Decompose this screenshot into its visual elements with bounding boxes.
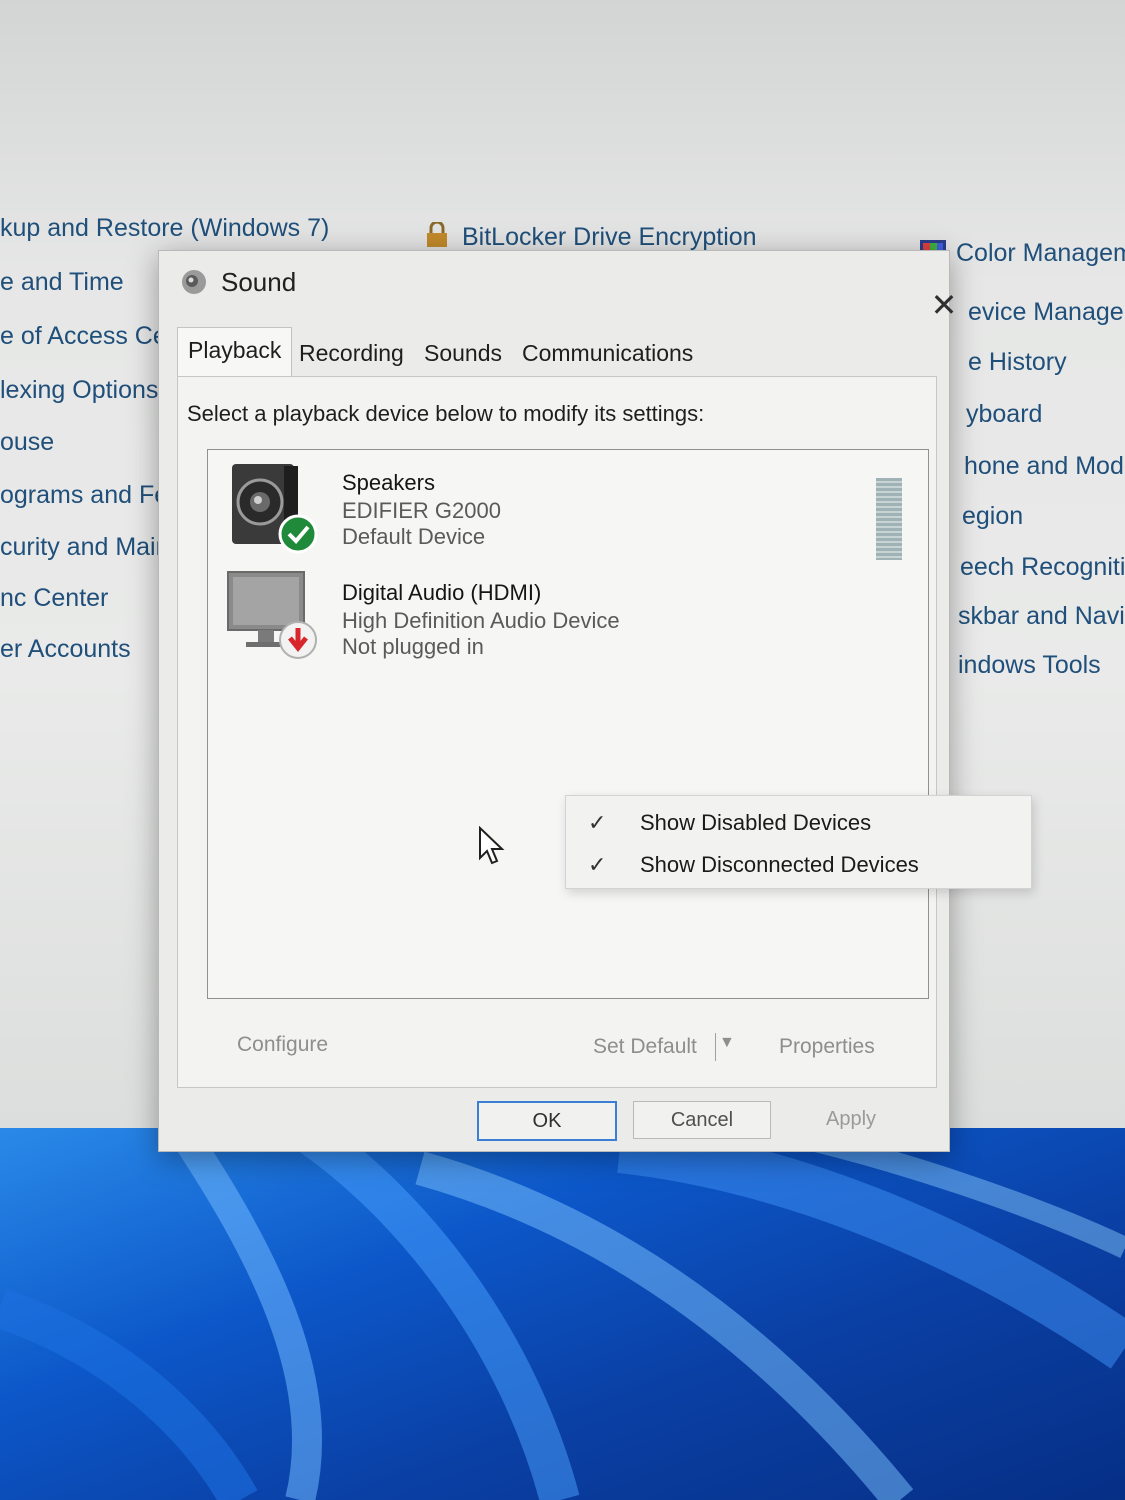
checkmark-icon: ✓ [588,852,607,877]
set-default-button[interactable]: Set Default [593,1035,697,1059]
menu-item-label: Show Disabled Devices [640,810,872,835]
checkmark-icon: ✓ [588,810,607,835]
set-default-separator [715,1033,716,1061]
cp-item-security-maintenance[interactable]: curity and Main [0,533,170,562]
cp-item-sync-center[interactable]: nc Center [0,584,108,613]
cp-item-label: curity and Main [0,533,170,561]
device-description: EDIFIER G2000 [342,498,501,523]
speaker-icon [182,270,206,294]
playback-device-list[interactable]: Speakers EDIFIER G2000 Default Device Di… [207,449,929,999]
cp-item-file-history[interactable]: e History [968,348,1067,377]
cp-item-device-manager[interactable]: evice Manager [968,298,1125,327]
cp-item-label: e of Access Ce [0,322,167,350]
monitor-device-icon [227,571,317,659]
cp-item-speech-recognition[interactable]: eech Recognitio [960,553,1125,582]
tab-playback[interactable]: Playback [177,327,293,376]
close-button[interactable]: ✕ [924,285,964,325]
cp-item-label: hone and Mode [964,452,1125,480]
cp-item-keyboard[interactable]: yboard [966,400,1042,429]
cancel-button[interactable]: Cancel [633,1101,771,1139]
instruction-text: Select a playback device below to modify… [187,401,705,426]
device-status: Default Device [342,524,486,549]
cp-item-label: nc Center [0,584,109,612]
device-name: Digital Audio (HDMI) [342,580,542,605]
context-menu: ✓ Show Disabled Devices ✓ Show Disconnec… [565,795,1032,889]
title-bar[interactable]: Sound ✕ [159,251,957,323]
cp-item-label: e History [968,348,1067,376]
cp-item-ease-of-access[interactable]: e of Access Ce [0,322,167,351]
cp-item-label: lexing Options [0,376,159,404]
menu-item-label: Show Disconnected Devices [640,852,919,877]
bitlocker-icon [427,222,447,247]
default-device-check-icon [278,514,318,554]
cp-item-windows-tools[interactable]: indows Tools [958,651,1101,680]
wallpaper-bloom-graphic [0,1128,1125,1500]
cp-item-label: ograms and Fea [0,481,183,509]
cp-item-label: e and Time [0,268,124,296]
cp-item-region[interactable]: egion [962,502,1023,531]
menu-item-show-disabled[interactable]: ✓ Show Disabled Devices [566,800,1031,844]
properties-button[interactable]: Properties [779,1035,875,1059]
cp-item-indexing-options[interactable]: lexing Options [0,376,158,405]
cp-item-label: egion [962,502,1024,530]
desktop-wallpaper [0,1128,1125,1500]
cp-item-label: indows Tools [958,651,1101,679]
cp-item-user-accounts[interactable]: er Accounts [0,635,131,664]
cp-item-mouse[interactable]: ouse [0,428,54,457]
device-description: High Definition Audio Device [342,608,620,633]
device-name: Speakers [342,470,435,495]
cp-item-label: skbar and Naviga [958,602,1125,630]
cp-item-label: BitLocker Drive Encryption [462,223,757,251]
mouse-cursor-icon [479,826,505,865]
tab-recording[interactable]: Recording [289,331,414,375]
sound-dialog: Sound ✕ Playback Recording Sounds Commun… [158,250,957,1152]
apply-button[interactable]: Apply [783,1101,919,1137]
cp-item-label: er Accounts [0,635,131,663]
device-status: Not plugged in [342,634,484,659]
menu-item-show-disconnected[interactable]: ✓ Show Disconnected Devices [566,842,1031,886]
configure-button[interactable]: Configure [237,1033,328,1057]
cp-item-label: yboard [966,400,1043,428]
device-item-speakers[interactable]: Speakers EDIFIER G2000 Default Device [208,458,902,563]
cp-item-bitlocker[interactable]: BitLocker Drive Encryption [424,222,757,252]
cp-item-label: Color Managem [956,239,1125,267]
ok-button[interactable]: OK [477,1101,617,1141]
device-item-hdmi[interactable]: Digital Audio (HDMI) High Definition Aud… [208,568,898,673]
dialog-title: Sound [221,267,297,297]
cp-item-backup-restore[interactable]: kup and Restore (Windows 7) [0,214,329,243]
unplugged-arrow-icon [279,621,317,659]
cp-item-phone-modem[interactable]: hone and Mode [964,452,1125,481]
volume-level-meter [876,478,902,560]
cp-item-label: kup and Restore (Windows 7) [0,214,330,242]
set-default-dropdown-arrow-icon[interactable]: ▼ [719,1034,735,1052]
cp-item-label: eech Recognitio [960,553,1125,581]
close-icon: ✕ [930,287,958,323]
cp-item-label: evice Manager [968,298,1125,326]
speaker-device-icon [232,464,318,554]
cp-item-programs-features[interactable]: ograms and Fea [0,481,182,510]
cp-item-taskbar-navigation[interactable]: skbar and Naviga [958,602,1125,631]
cp-item-date-time[interactable]: e and Time [0,268,124,297]
tab-communications[interactable]: Communications [512,331,703,375]
tab-sounds[interactable]: Sounds [414,331,512,375]
cp-item-label: ouse [0,428,55,456]
